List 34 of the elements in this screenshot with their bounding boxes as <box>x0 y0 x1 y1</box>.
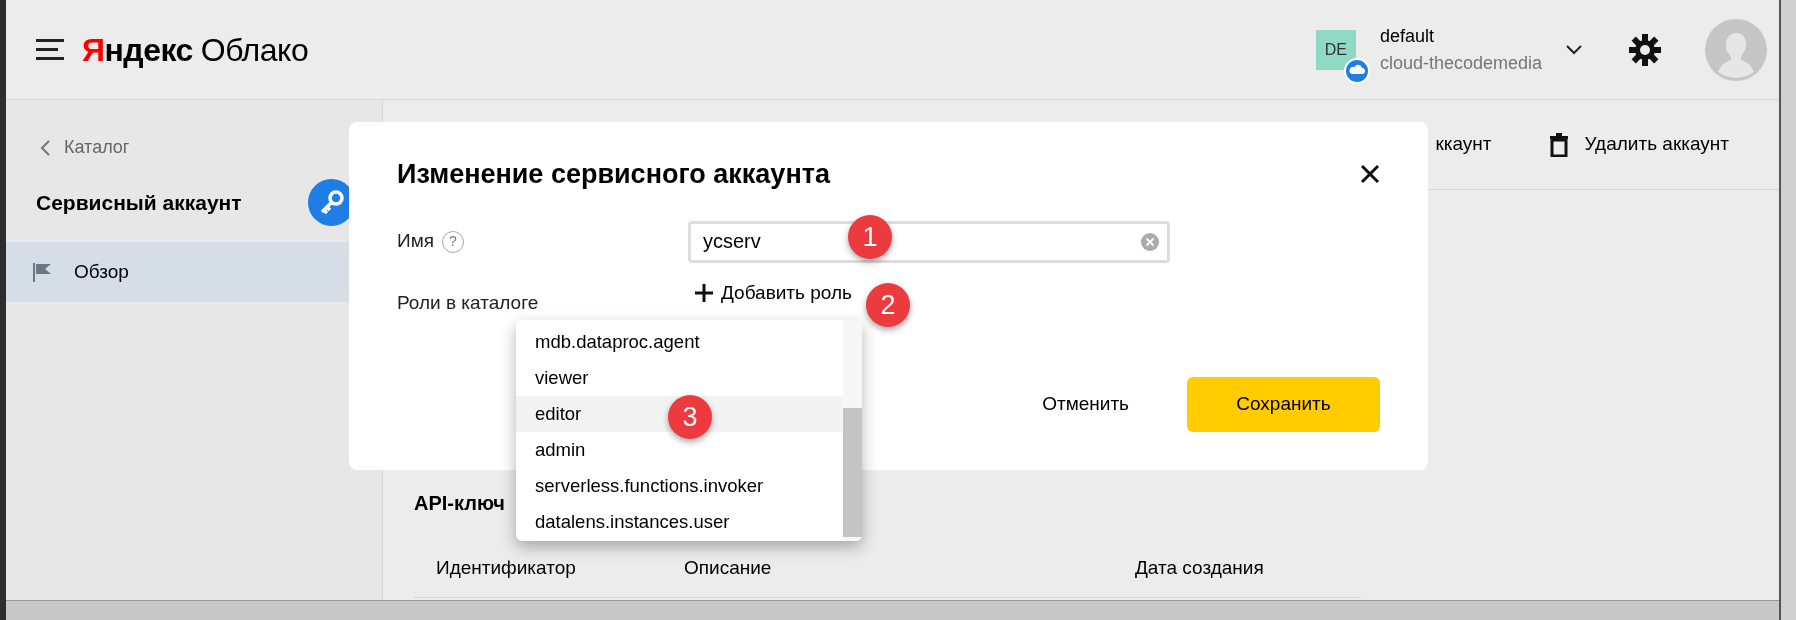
back-icon <box>40 139 50 156</box>
cloud-name[interactable]: cloud-thecodemedia <box>1379 49 1542 77</box>
account-avatar[interactable]: DE <box>1315 29 1356 70</box>
add-role-link[interactable]: Добавить роль <box>695 278 852 307</box>
back-link[interactable]: Каталог <box>6 100 382 161</box>
dialog-title: Изменение сервисного аккаунта <box>397 158 830 191</box>
dropdown-item[interactable]: mdb.dataproc.agent <box>516 324 843 360</box>
dropdown-item[interactable]: datalens.instances.user <box>516 504 843 540</box>
column-header: Идентификатор <box>436 556 577 580</box>
scrollbar-thumb[interactable] <box>843 408 862 537</box>
chevron-down-icon[interactable] <box>1566 44 1582 55</box>
dropdown-item[interactable]: serverless.functions.invoker <box>516 468 843 504</box>
action-button[interactable]: ккаунт <box>1435 130 1492 159</box>
column-header: Дата создания <box>1135 556 1265 580</box>
save-button[interactable]: Сохранить <box>1187 377 1380 432</box>
menu-icon[interactable] <box>36 38 66 61</box>
dropdown-item[interactable]: viewer <box>516 360 843 396</box>
logo[interactable]: Яндекс Облако <box>82 25 309 74</box>
settings-icon[interactable] <box>1628 32 1662 67</box>
trash-icon[interactable] <box>1548 132 1569 157</box>
account-name[interactable]: default <box>1379 22 1542 50</box>
plus-icon[interactable] <box>695 283 713 302</box>
sidebar-title: Сервисный аккаунт <box>36 189 242 216</box>
cancel-button[interactable]: Отменить <box>1036 389 1135 420</box>
cloud-icon <box>1343 57 1370 84</box>
action-button[interactable]: Удалить аккаунт <box>1548 130 1729 159</box>
close-icon[interactable] <box>1360 164 1380 185</box>
field-label: Имя <box>397 229 434 254</box>
flag-icon <box>32 262 52 282</box>
section-title: API-ключ <box>414 491 506 516</box>
column-header: Описание <box>684 556 773 580</box>
scrollbar[interactable] <box>1779 0 1796 620</box>
field-label: Роли в каталоге <box>397 290 540 315</box>
scrollbar[interactable] <box>6 600 1779 620</box>
